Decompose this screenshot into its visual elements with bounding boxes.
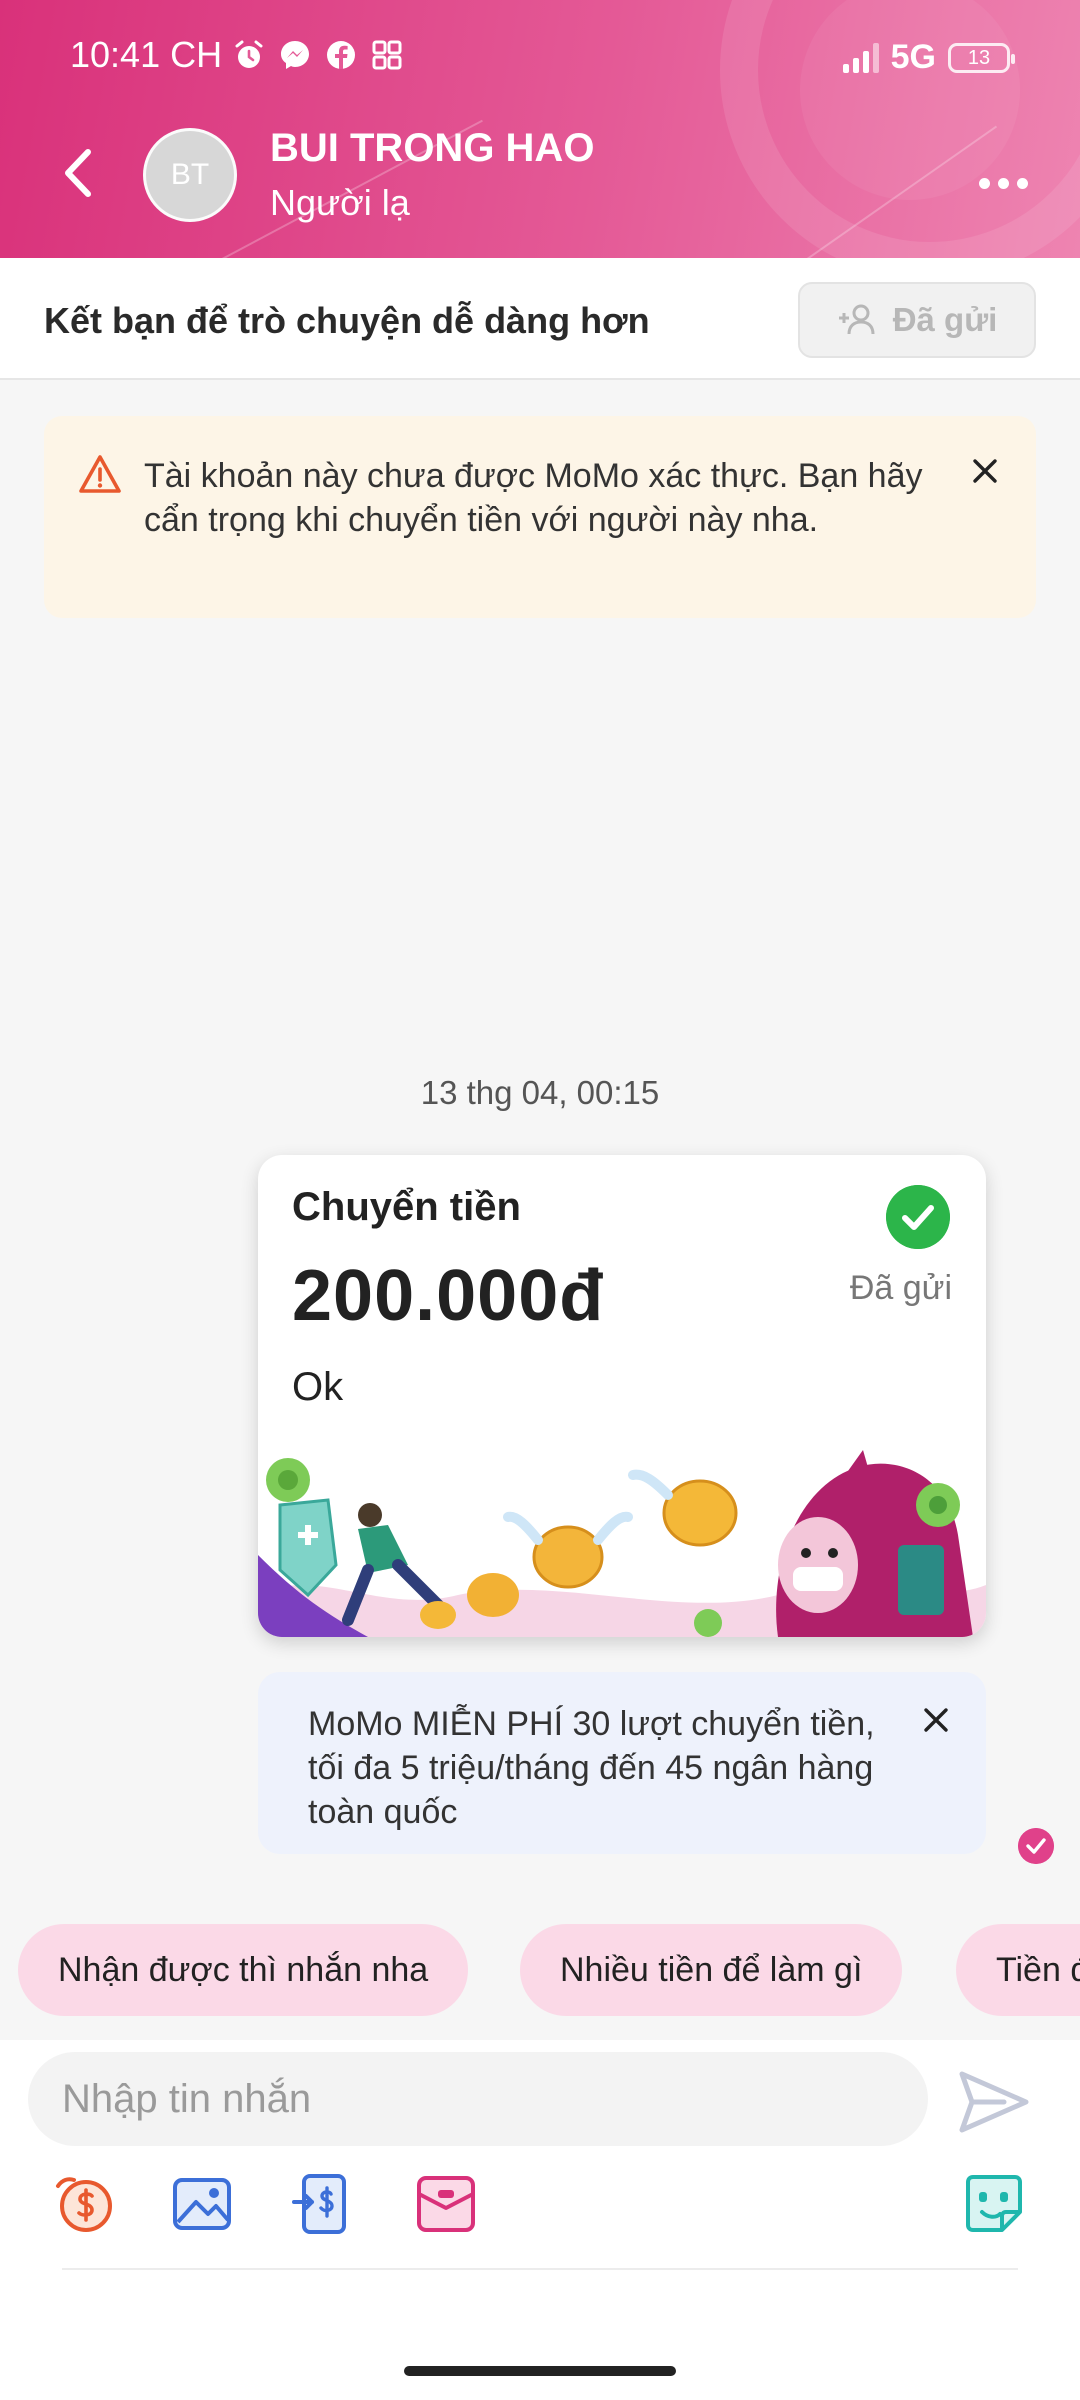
warning-triangle-icon (79, 455, 121, 493)
friend-request-sent-label: Đã gửi (892, 301, 998, 338)
status-bar: 10:41 CH 5G 13 (0, 34, 1080, 84)
signal-icon (842, 42, 879, 73)
check-circle-icon (886, 1185, 950, 1249)
suggestion-chip[interactable]: Nhận được thì nhắn nha (18, 1924, 469, 2016)
network-type: 5G (890, 38, 936, 76)
message-composer: Nhập tin nhắn (0, 2040, 1080, 2400)
messenger-icon (281, 41, 309, 69)
composer-toolbar (0, 2172, 1080, 2252)
close-icon[interactable] (970, 456, 1000, 486)
home-indicator[interactable] (404, 2366, 676, 2376)
contact-name[interactable]: BUI TRONG HAO (270, 126, 594, 171)
quick-reply-suggestions: Nhận được thì nhắn nha Nhiều tiền để làm… (0, 1924, 1080, 2016)
add-friend-text: Kết bạn để trò chuyện dễ dàng hơn (44, 300, 650, 341)
free-transfer-promo: MoMo MIỄN PHÍ 30 lượt chuyển tiền, tối đ… (258, 1672, 986, 1854)
chat-header: 10:41 CH 5G 13 BT BUI TRONG HAO Người lạ (0, 0, 1080, 258)
apps-grid-icon (372, 40, 402, 70)
divider (62, 2268, 1018, 2270)
battery-level: 13 (967, 46, 991, 69)
message-input[interactable]: Nhập tin nhắn (28, 2052, 928, 2146)
image-icon[interactable] (170, 2172, 234, 2236)
friend-request-sent-button[interactable]: Đã gửi (798, 282, 1036, 358)
facebook-icon (327, 41, 355, 69)
contact-subtitle: Người lạ (270, 182, 410, 223)
request-money-icon[interactable] (290, 2172, 354, 2236)
transfer-illustration (258, 1450, 986, 1637)
add-user-icon (838, 304, 875, 335)
back-arrow-icon[interactable] (56, 146, 100, 200)
send-icon[interactable] (958, 2070, 1030, 2134)
unverified-account-warning: Tài khoản này chưa được MoMo xác thực. B… (44, 416, 1036, 618)
transfer-status: Đã gửi (849, 1269, 952, 1307)
avatar-initials: BT (170, 158, 210, 191)
more-options-icon[interactable] (979, 178, 1028, 189)
suggestion-chip[interactable]: Nhiều tiền để làm gì (520, 1924, 903, 2016)
status-time: 10:41 CH (70, 34, 223, 75)
sticker-icon[interactable] (962, 2172, 1026, 2236)
money-transfer-icon[interactable] (52, 2172, 116, 2236)
transfer-title: Chuyển tiền (292, 1185, 521, 1229)
transfer-message: Ok (292, 1365, 344, 1409)
transfer-amount: 200.000đ (292, 1256, 605, 1336)
promo-text: MoMo MIỄN PHÍ 30 lượt chuyển tiền, tối đ… (308, 1705, 875, 1831)
add-friend-bar: Kết bạn để trò chuyện dễ dàng hơn Đã gửi (0, 258, 1080, 380)
warning-text: Tài khoản này chưa được MoMo xác thực. B… (144, 457, 923, 539)
avatar[interactable]: BT (143, 128, 237, 222)
battery-icon: 13 (948, 42, 1015, 73)
gift-envelope-icon[interactable] (414, 2172, 478, 2236)
message-timestamp: 13 thg 04, 00:15 (420, 1074, 660, 1111)
close-icon[interactable] (922, 1706, 950, 1734)
status-notification-icons (232, 38, 404, 72)
money-transfer-card[interactable]: Chuyển tiền 200.000đ Ok Đã gửi (258, 1155, 986, 1637)
seen-check-icon (1018, 1828, 1054, 1864)
status-right-group: 5G 13 (842, 38, 1015, 77)
alarm-icon (235, 40, 263, 68)
suggestion-chip[interactable]: Tiền đ (956, 1924, 1080, 2016)
